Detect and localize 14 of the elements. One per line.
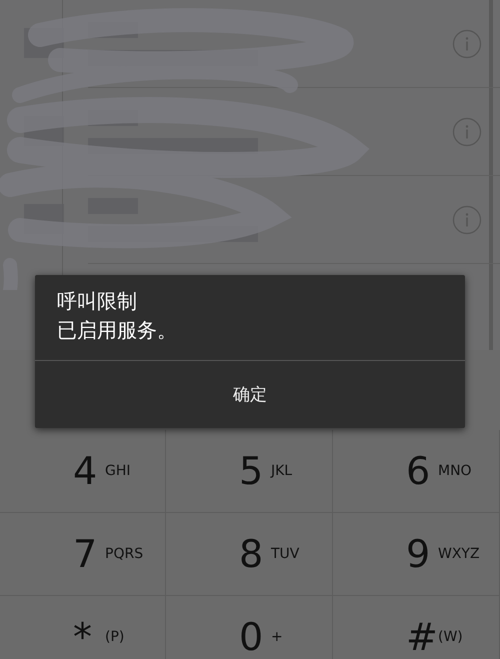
dialpad-key[interactable]: 7 PQRS <box>0 513 166 596</box>
info-icon[interactable] <box>452 28 482 58</box>
ok-button[interactable]: 确定 <box>35 361 465 428</box>
dialpad-key[interactable]: 8 TUV <box>166 513 333 596</box>
info-icon[interactable] <box>452 204 482 234</box>
dialpad-key[interactable]: 0 + <box>166 596 333 659</box>
dialog-message: 已启用服务。 <box>57 317 178 344</box>
dialpad-key[interactable]: 6 MNO <box>333 430 500 513</box>
dialpad-key[interactable]: 4 GHI <box>0 430 166 513</box>
dialpad-key[interactable]: 9 WXYZ <box>333 513 500 596</box>
info-icon[interactable] <box>452 116 482 146</box>
dialog-message: 呼叫限制 <box>57 288 138 315</box>
dialpad-key[interactable]: * (P) <box>0 596 166 659</box>
dialpad-key[interactable]: 5 JKL <box>166 430 333 513</box>
